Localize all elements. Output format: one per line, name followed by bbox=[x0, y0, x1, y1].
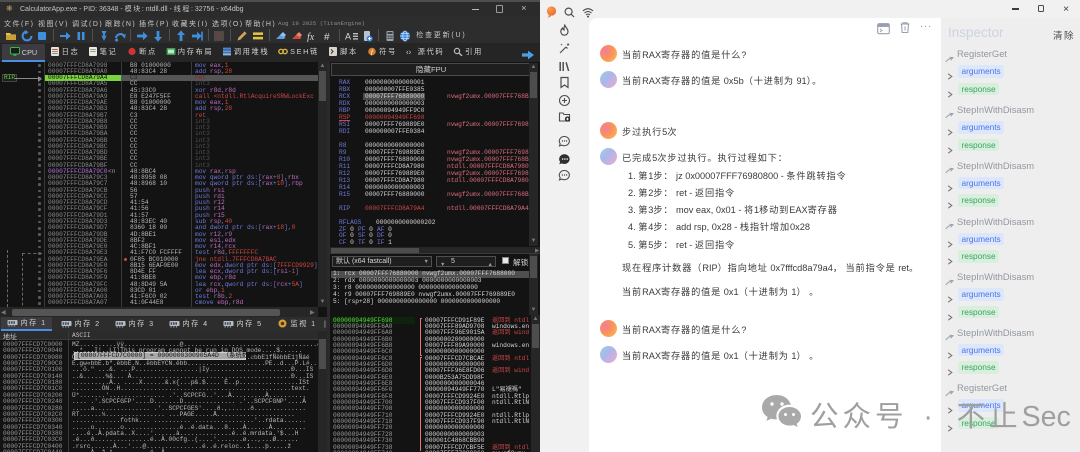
svg-text:A: A bbox=[345, 32, 351, 42]
svg-text:fx: fx bbox=[307, 32, 315, 42]
svg-text:‹›: ‹› bbox=[406, 48, 412, 57]
svg-text:#: # bbox=[324, 32, 330, 42]
svg-text:ƒ: ƒ bbox=[370, 49, 374, 56]
svg-text:S: S bbox=[216, 31, 222, 41]
